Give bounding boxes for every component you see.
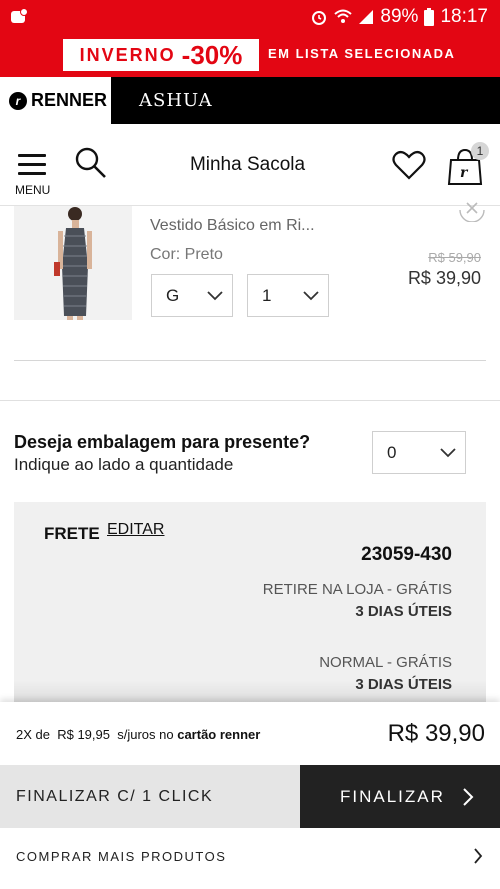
page-title: Minha Sacola xyxy=(189,154,306,175)
gift-quantity-value: 0 xyxy=(387,442,397,462)
promo-banner[interactable]: INVERNO -30% EM LISTA SELECIONADA xyxy=(0,34,500,77)
battery-icon xyxy=(424,8,435,26)
hamburger-icon xyxy=(18,154,46,181)
app-notification-icon xyxy=(11,8,28,23)
promo-box: INVERNO -30% xyxy=(63,39,259,71)
close-icon[interactable] xyxy=(458,198,486,222)
menu-label: MENU xyxy=(15,183,51,197)
gift-question: Deseja embalagem para presente? xyxy=(14,432,311,452)
status-bar-right: 89% 18:17 xyxy=(310,0,488,34)
shipping-option-days: 3 DIAS ÚTEIS xyxy=(355,603,452,620)
chevron-down-icon xyxy=(440,448,456,458)
bag-button[interactable]: r 1 xyxy=(447,142,489,185)
chevron-right-icon xyxy=(463,788,474,806)
brand-renner-label: RENNER xyxy=(31,90,108,110)
dress-image xyxy=(14,206,132,320)
battery-percent: 89% xyxy=(380,6,419,27)
card-name: cartão renner xyxy=(177,727,261,742)
brand-tab-ashua[interactable]: ASHUA xyxy=(111,77,500,124)
renner-logo-icon: r xyxy=(9,91,27,110)
product-name[interactable]: Vestido Básico em Ri... xyxy=(150,217,315,235)
installments-middle: s/juros no xyxy=(117,727,174,742)
shipping-edit-link[interactable]: EDITAR xyxy=(107,521,164,539)
bag-count-badge: 1 xyxy=(471,142,489,160)
shipping-cep: 23059-430 xyxy=(361,544,452,565)
chevron-right-icon xyxy=(474,848,483,864)
brand-bar: r RENNER ASHUA xyxy=(0,77,500,124)
svg-text:r: r xyxy=(460,165,469,181)
old-price: R$ 59,90 xyxy=(428,250,481,265)
chevron-down-icon xyxy=(303,291,319,301)
signal-icon xyxy=(359,10,374,24)
size-value: G xyxy=(166,285,180,305)
alarm-icon xyxy=(312,11,327,25)
installments-info: 2X de R$ 19,95 s/juros no cartão renner xyxy=(16,727,260,742)
status-bar: 89% 18:17 xyxy=(0,0,500,34)
wifi-icon xyxy=(334,9,353,23)
installments-prefix: 2X de xyxy=(16,727,50,742)
shipping-option-label[interactable]: NORMAL - GRÁTIS xyxy=(319,654,452,671)
finalize-one-click-label: FINALIZAR C/ 1 CLICK xyxy=(16,787,214,805)
search-icon[interactable] xyxy=(74,146,108,180)
promo-word: INVERNO xyxy=(79,44,176,65)
quantity-value: 1 xyxy=(262,285,272,305)
clock: 18:17 xyxy=(440,6,488,27)
size-select[interactable]: G xyxy=(151,274,233,317)
gift-quantity-select[interactable]: 0 xyxy=(372,431,466,474)
continue-shopping-label: COMPRAR MAIS PRODUTOS xyxy=(16,849,227,864)
divider xyxy=(14,360,486,361)
promo-discount: -30% xyxy=(181,39,243,70)
shipping-option-label[interactable]: RETIRE NA LOJA - GRÁTIS xyxy=(263,581,452,598)
product-image[interactable] xyxy=(14,206,132,320)
shipping-title: FRETE xyxy=(44,524,100,543)
header: MENU Minha Sacola r 1 xyxy=(0,124,500,206)
shipping-panel: FRETE EDITAR 23059-430 RETIRE NA LOJA - … xyxy=(14,502,486,702)
product-price: R$ 39,90 xyxy=(407,268,481,288)
continue-shopping-row[interactable]: COMPRAR MAIS PRODUTOS xyxy=(0,828,500,889)
promo-text: EM LISTA SELECIONADA xyxy=(268,46,456,61)
installment-value: R$ 19,95 xyxy=(57,727,110,742)
finalize-button[interactable]: FINALIZAR xyxy=(300,765,500,828)
chevron-down-icon xyxy=(207,291,223,301)
finalize-one-click-button[interactable]: FINALIZAR C/ 1 CLICK xyxy=(0,765,300,828)
product-color: Cor: Preto xyxy=(150,246,223,263)
total-bar: 2X de R$ 19,95 s/juros no cartão renner … xyxy=(0,702,500,765)
section-separator xyxy=(0,371,500,401)
menu-button[interactable]: MENU xyxy=(14,150,54,198)
order-total: R$ 39,90 xyxy=(387,720,485,747)
quantity-select[interactable]: 1 xyxy=(247,274,329,317)
gift-subtitle: Indique ao lado a quantidade xyxy=(14,455,234,474)
scroll-fade xyxy=(14,680,486,702)
brand-tab-renner[interactable]: r RENNER xyxy=(0,77,111,124)
finalize-label: FINALIZAR xyxy=(340,786,445,806)
heart-icon[interactable] xyxy=(392,150,426,180)
brand-ashua-label: ASHUA xyxy=(139,90,213,111)
